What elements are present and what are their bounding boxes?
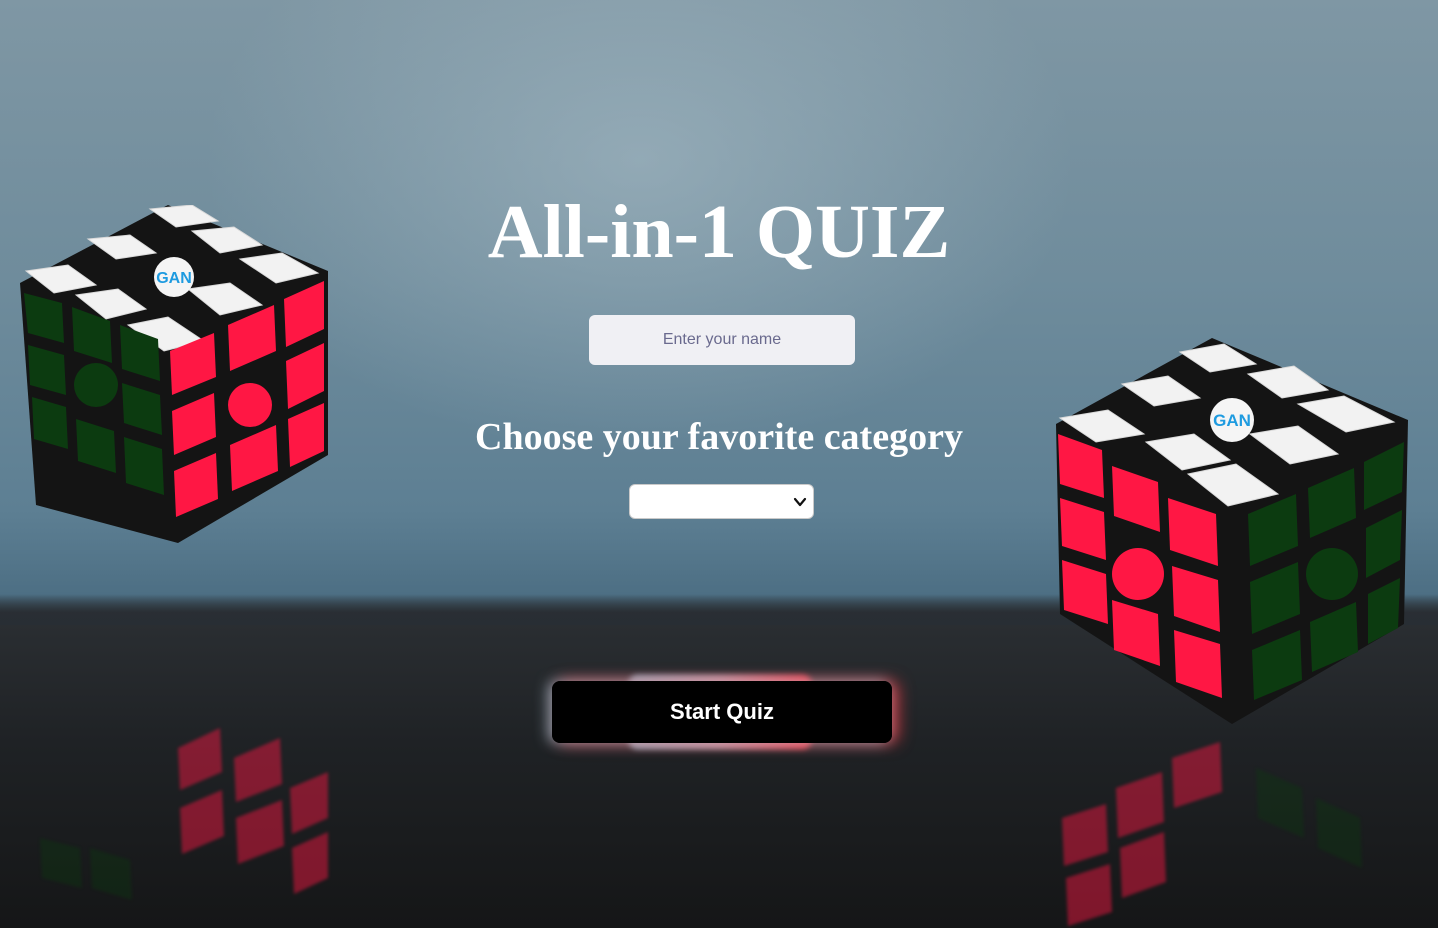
- page-title: All-in-1 QUIZ: [487, 190, 951, 274]
- background-scene: GAN GAN: [0, 0, 1438, 928]
- category-select[interactable]: [629, 484, 814, 519]
- category-heading: Choose your favorite category: [475, 416, 963, 458]
- chevron-down-icon: [793, 497, 807, 507]
- start-quiz-button[interactable]: Start Quiz: [552, 681, 892, 743]
- name-input[interactable]: [589, 315, 855, 365]
- cube-reflection-right: [1062, 742, 1362, 926]
- rubiks-cube-right-icon: GAN: [1056, 338, 1408, 724]
- cube-reflection-left: [40, 728, 328, 900]
